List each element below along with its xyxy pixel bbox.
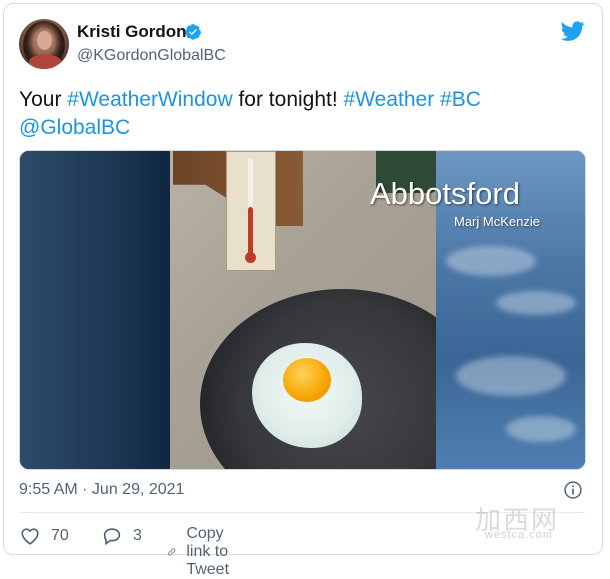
avatar[interactable] <box>19 19 69 69</box>
media-location-title: Abbotsford <box>370 176 520 211</box>
like-button[interactable]: 70 <box>19 525 69 547</box>
copy-link-button[interactable]: Copy link to Tweet <box>167 525 242 579</box>
verified-badge-icon <box>185 24 201 40</box>
reply-button[interactable]: 3 <box>101 525 142 547</box>
mention-globalbc[interactable]: @GlobalBC <box>19 116 130 139</box>
tweet-text-part: Your <box>19 88 68 111</box>
media-photo-credit: Marj McKenzie <box>454 214 540 229</box>
media-left-panel <box>20 151 170 469</box>
like-count: 70 <box>51 527 69 544</box>
hashtag-weatherwindow[interactable]: #WeatherWindow <box>67 88 232 111</box>
tweet-text: Your #WeatherWindow for tonight! #Weathe… <box>19 86 579 142</box>
author-handle[interactable]: @KGordonGlobalBC <box>77 47 226 65</box>
twitter-bird-icon[interactable] <box>559 19 587 43</box>
tweet-text-part: for tonight! <box>232 88 344 111</box>
reply-icon <box>103 528 121 546</box>
hashtag-weather[interactable]: #Weather <box>344 88 435 111</box>
thermometer <box>226 151 276 271</box>
watermark-site: westca.com <box>485 529 554 541</box>
hashtag-bc[interactable]: #BC <box>440 88 481 111</box>
tweet-timestamp[interactable]: 9:55 AM · Jun 29, 2021 <box>19 481 184 499</box>
copy-link-label: Copy link to Tweet <box>186 525 230 578</box>
info-icon[interactable] <box>563 480 583 500</box>
link-icon <box>168 548 176 556</box>
heart-icon <box>21 528 39 545</box>
reply-count: 3 <box>133 527 142 544</box>
author-name[interactable]: Kristi Gordon <box>77 22 187 42</box>
